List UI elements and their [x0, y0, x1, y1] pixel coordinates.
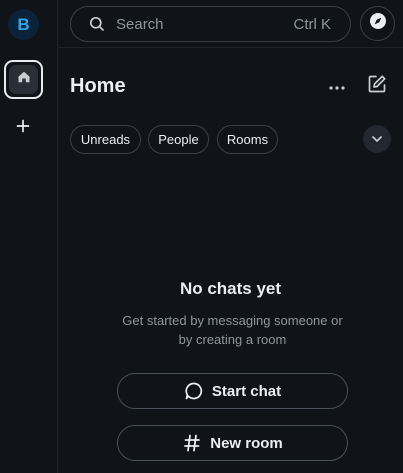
explore-rooms-button[interactable] — [360, 6, 395, 41]
empty-state-line-2: by creating a room — [178, 332, 287, 347]
search-input[interactable]: Search Ctrl K — [70, 6, 351, 42]
expand-filters-button[interactable] — [363, 125, 391, 153]
page-title: Home — [70, 75, 126, 97]
chevron-down-icon — [371, 130, 383, 148]
filter-rooms[interactable]: Rooms — [217, 125, 278, 154]
filter-people[interactable]: People — [148, 125, 209, 154]
add-space-button[interactable] — [11, 116, 35, 140]
chat-bubble-icon — [184, 381, 204, 401]
plus-icon — [16, 119, 30, 138]
compose-icon — [367, 74, 387, 99]
start-chat-label: Start chat — [211, 382, 282, 400]
filter-label: People — [158, 132, 199, 147]
avatar-letter: B — [17, 14, 30, 34]
user-avatar[interactable]: B — [8, 9, 39, 40]
search-shortcut: Ctrl K — [293, 15, 332, 33]
filter-label: Rooms — [226, 132, 269, 147]
start-chat-button[interactable]: Start chat — [117, 373, 348, 409]
search-placeholder: Search — [116, 15, 164, 33]
empty-state-title: No chats yet — [179, 279, 282, 298]
search-icon — [88, 15, 106, 33]
filter-unreads[interactable]: Unreads — [70, 125, 141, 154]
more-options-button[interactable] — [326, 76, 348, 96]
compose-button[interactable] — [366, 74, 388, 99]
app-window: B Search Ctrl K Home Unreads People Room… — [0, 0, 403, 473]
compass-icon — [369, 12, 387, 35]
new-room-label: New room — [210, 434, 283, 452]
hash-icon — [182, 433, 202, 453]
space-rail: B — [0, 0, 58, 473]
empty-state-line-1: Get started by messaging someone or — [122, 313, 343, 328]
top-bar: Search Ctrl K — [58, 0, 403, 48]
filter-label: Unreads — [80, 132, 131, 147]
empty-state-description: Get started by messaging someone or by c… — [110, 311, 355, 349]
more-horizontal-icon — [329, 77, 345, 95]
new-room-button[interactable]: New room — [117, 425, 348, 461]
home-icon — [17, 70, 31, 89]
rail-home-button[interactable] — [4, 60, 43, 99]
